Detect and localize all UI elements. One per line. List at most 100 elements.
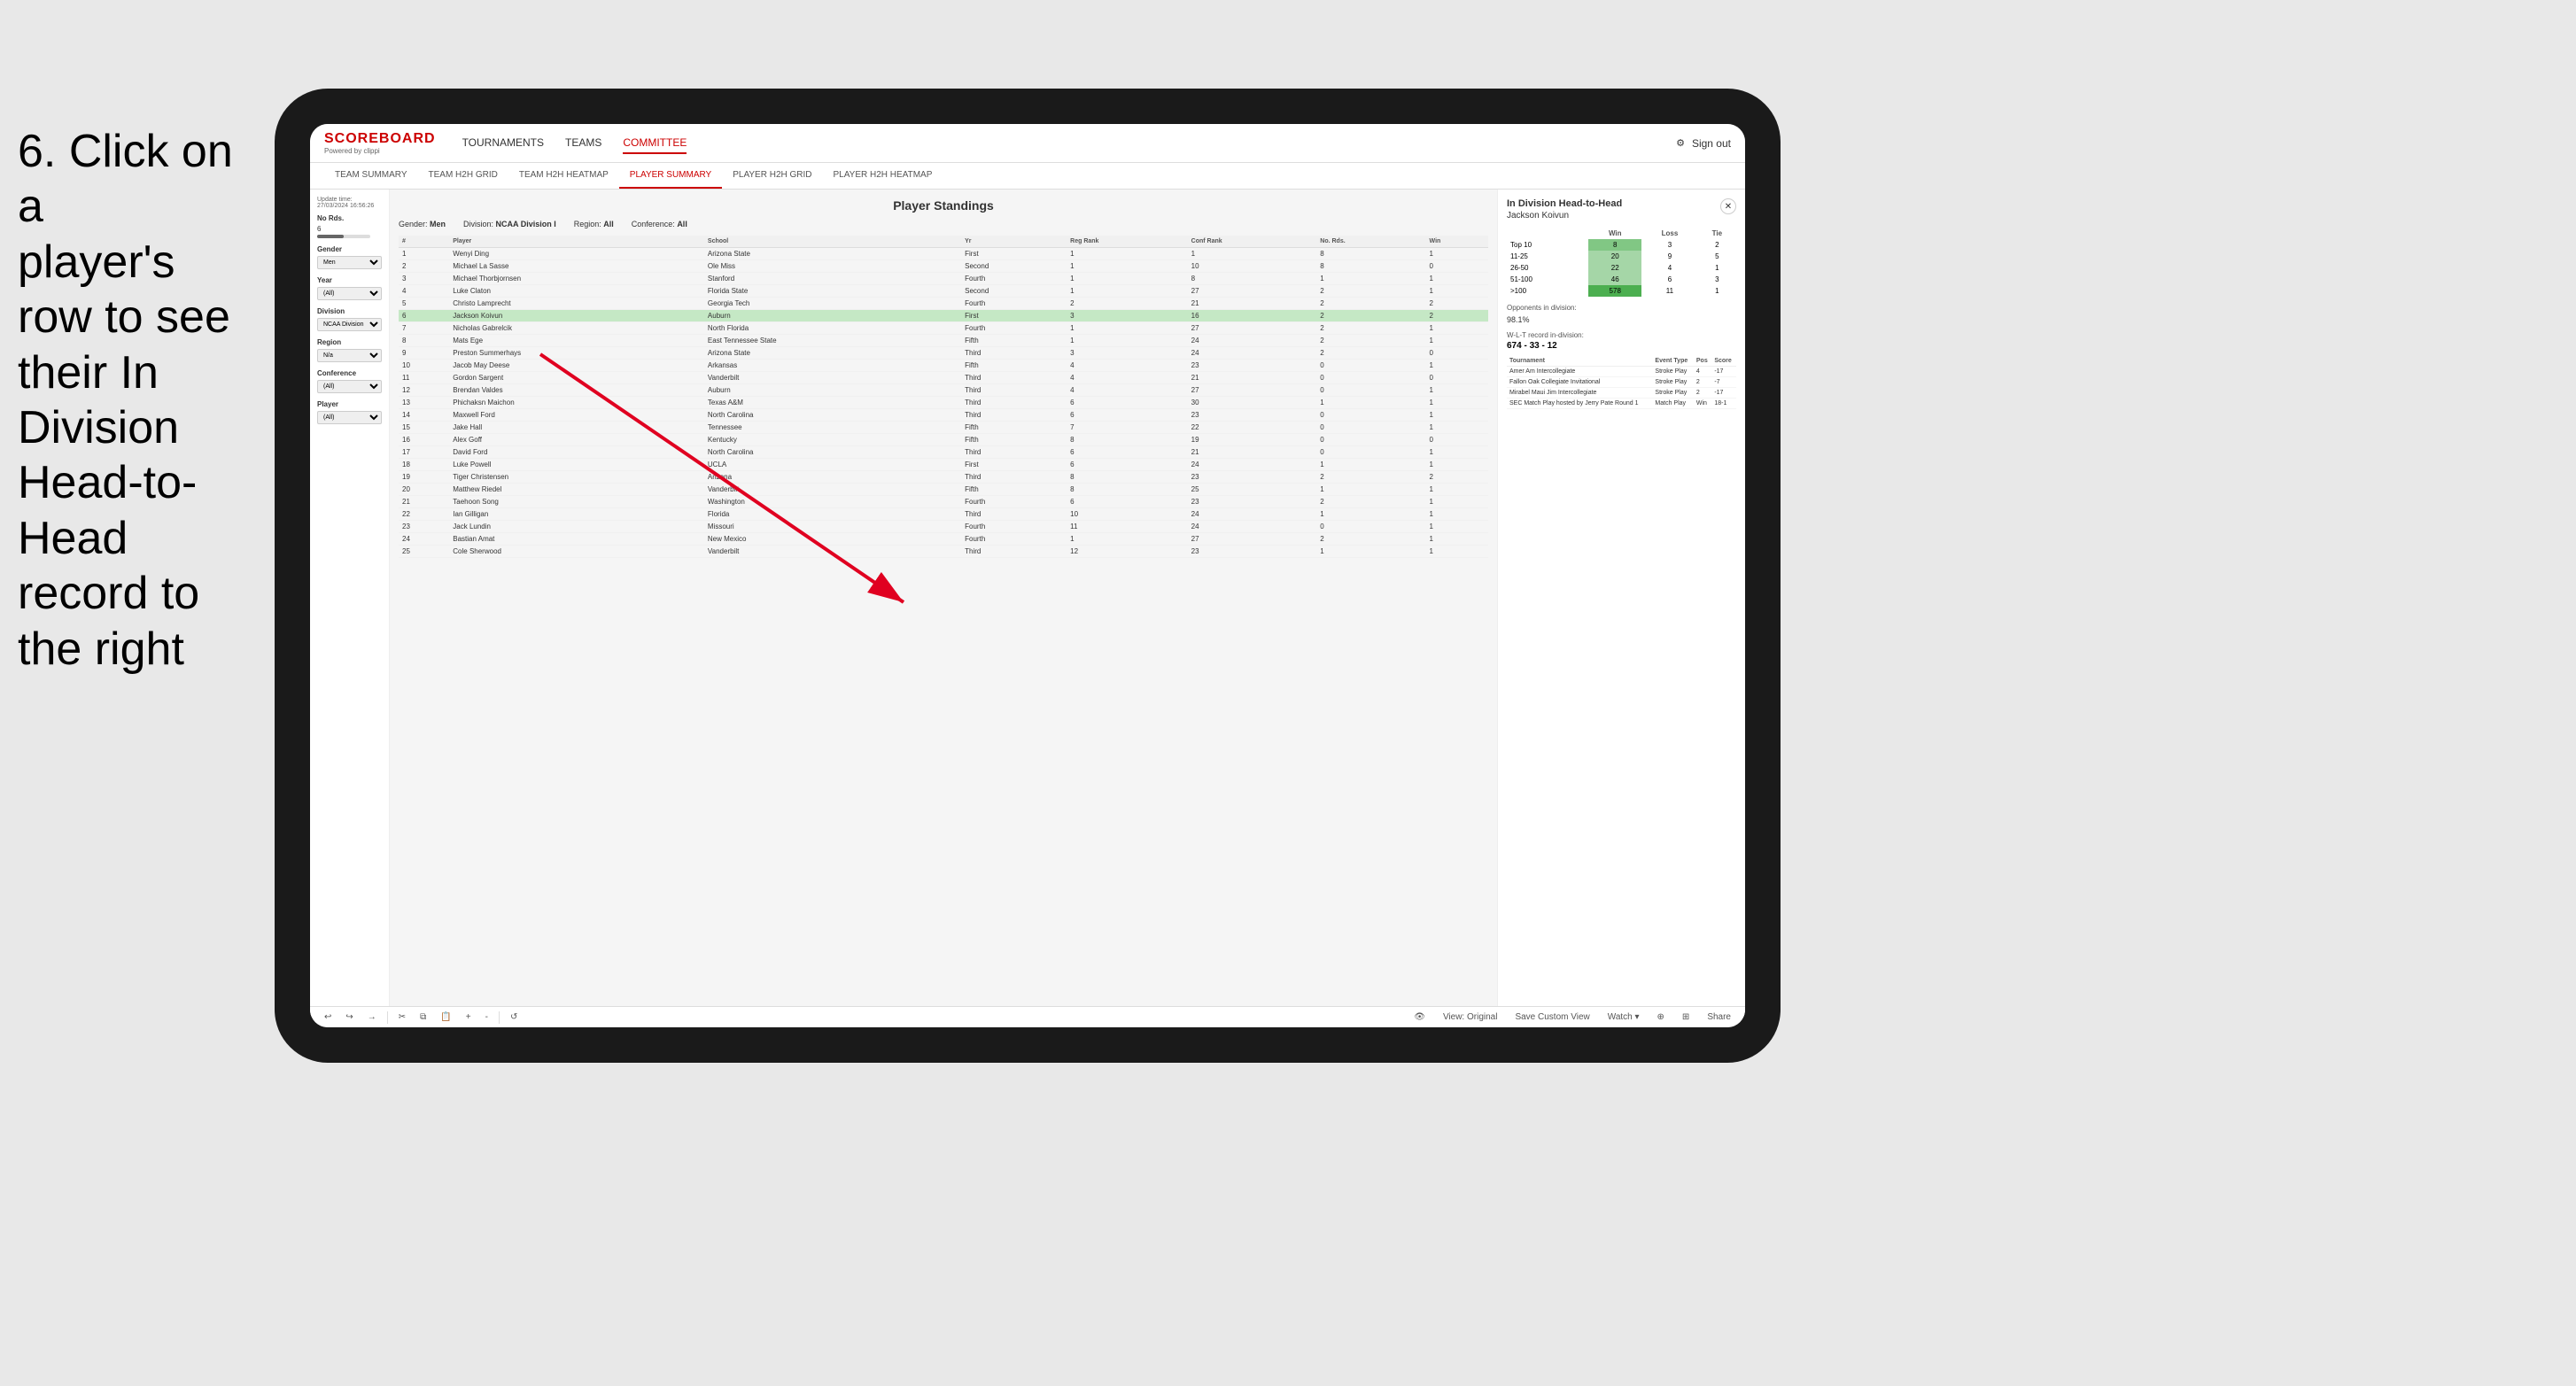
cell-school: Vanderbilt [704, 546, 961, 558]
table-row[interactable]: 1 Wenyi Ding Arizona State First 1 1 8 1 [399, 248, 1488, 260]
copy-button[interactable]: ⧉ [416, 1010, 430, 1024]
nav-tournaments[interactable]: TOURNAMENTS [462, 133, 544, 154]
col-no-rds: No. Rds. [1316, 236, 1425, 248]
undo-button[interactable]: ↩ [321, 1010, 335, 1024]
cell-reg: 8 [1067, 471, 1187, 484]
year-label: Year [317, 276, 382, 284]
cell-win: 1 [1426, 397, 1488, 409]
save-custom-button[interactable]: Save Custom View [1511, 1010, 1593, 1024]
update-time-label: Update time: 27/03/2024 16:56:26 [317, 197, 382, 209]
cell-player: Jake Hall [449, 422, 704, 434]
tour-name: SEC Match Play hosted by Jerry Pate Roun… [1507, 399, 1652, 409]
nav-teams[interactable]: TEAMS [565, 133, 601, 154]
cell-win: 2 [1426, 310, 1488, 322]
cell-win: 1 [1426, 496, 1488, 508]
table-row[interactable]: 4 Luke Claton Florida State Second 1 27 … [399, 285, 1488, 298]
table-row[interactable]: 11 Gordon Sargent Vanderbilt Third 4 21 … [399, 372, 1488, 384]
conference-select[interactable]: (All) [317, 380, 382, 393]
cell-school: Arizona State [704, 347, 961, 360]
main-content: Update time: 27/03/2024 16:56:26 No Rds.… [310, 190, 1745, 1006]
cell-player: Preston Summerhays [449, 347, 704, 360]
paste-button[interactable]: 📋 [437, 1010, 454, 1024]
tour-col-pos: Pos [1694, 356, 1711, 367]
table-row[interactable]: 10 Jacob May Deese Arkansas Fifth 4 23 0… [399, 360, 1488, 372]
cell-rds: 0 [1316, 384, 1425, 397]
sub-nav-player-summary[interactable]: PLAYER SUMMARY [619, 163, 722, 189]
h2h-tie: 1 [1698, 285, 1736, 297]
scissors-button[interactable]: ✂ [395, 1010, 409, 1024]
share-button[interactable]: Share [1703, 1010, 1734, 1024]
player-select[interactable]: (All) [317, 411, 382, 424]
table-row[interactable]: 18 Luke Powell UCLA First 6 24 1 1 [399, 459, 1488, 471]
cell-rds: 0 [1316, 521, 1425, 533]
h2h-pct: 98.1% [1507, 315, 1736, 324]
redo-button[interactable]: ↪ [342, 1010, 356, 1024]
cell-school: Arkansas [704, 360, 961, 372]
sub-nav-player-h2h-heatmap[interactable]: PLAYER H2H HEATMAP [823, 163, 943, 189]
cell-yr: Fourth [961, 533, 1067, 546]
cell-yr: Fifth [961, 360, 1067, 372]
cell-win: 0 [1426, 372, 1488, 384]
cell-win: 1 [1426, 285, 1488, 298]
sub-nav-team-h2h-heatmap[interactable]: TEAM H2H HEATMAP [508, 163, 619, 189]
minus-button[interactable]: - [482, 1010, 492, 1024]
table-row[interactable]: 17 David Ford North Carolina Third 6 21 … [399, 446, 1488, 459]
nav-committee[interactable]: COMMITTEE [623, 133, 687, 154]
table-row[interactable]: 2 Michael La Sasse Ole Miss Second 1 10 … [399, 260, 1488, 273]
forward-button[interactable]: → [364, 1010, 380, 1024]
division-select[interactable]: NCAA Division I [317, 318, 382, 331]
cell-rds: 0 [1316, 434, 1425, 446]
cell-conf: 27 [1188, 533, 1317, 546]
table-row[interactable]: 21 Taehoon Song Washington Fourth 6 23 2… [399, 496, 1488, 508]
table-row[interactable]: 24 Bastian Amat New Mexico Fourth 1 27 2… [399, 533, 1488, 546]
cell-rank: 1 [399, 248, 449, 260]
table-row[interactable]: 13 Phichaksn Maichon Texas A&M Third 6 3… [399, 397, 1488, 409]
cell-rds: 0 [1316, 372, 1425, 384]
table-row[interactable]: 14 Maxwell Ford North Carolina Third 6 2… [399, 409, 1488, 422]
cell-reg: 6 [1067, 397, 1187, 409]
tour-pos: 2 [1694, 377, 1711, 388]
h2h-close-button[interactable]: ✕ [1720, 198, 1736, 214]
sign-out-link[interactable]: Sign out [1692, 134, 1731, 153]
table-row[interactable]: 22 Ian Gilligan Florida Third 10 24 1 1 [399, 508, 1488, 521]
cell-rds: 2 [1316, 322, 1425, 335]
table-row[interactable]: 15 Jake Hall Tennessee Fifth 7 22 0 1 [399, 422, 1488, 434]
refresh-button[interactable]: ↺ [507, 1010, 521, 1024]
table-row[interactable]: 19 Tiger Christensen Arizona Third 8 23 … [399, 471, 1488, 484]
table-row[interactable]: 25 Cole Sherwood Vanderbilt Third 12 23 … [399, 546, 1488, 558]
cell-school: Georgia Tech [704, 298, 961, 310]
year-select[interactable]: (All) [317, 287, 382, 300]
table-row[interactable]: 7 Nicholas Gabrelcik North Florida Fourt… [399, 322, 1488, 335]
table-row[interactable]: 23 Jack Lundin Missouri Fourth 11 24 0 1 [399, 521, 1488, 533]
table-row[interactable]: 9 Preston Summerhays Arizona State Third… [399, 347, 1488, 360]
sub-nav-team-summary[interactable]: TEAM SUMMARY [324, 163, 418, 189]
view-original-button[interactable]: View: Original [1439, 1010, 1501, 1024]
year-section: Year (All) [317, 276, 382, 300]
cell-rds: 2 [1316, 347, 1425, 360]
instruction-line5: record to the right [18, 568, 199, 674]
table-row[interactable]: 8 Mats Ege East Tennessee State Fifth 1 … [399, 335, 1488, 347]
table-row[interactable]: 6 Jackson Koivun Auburn First 3 16 2 2 [399, 310, 1488, 322]
tour-col-name: Tournament [1507, 356, 1652, 367]
cell-conf: 24 [1188, 459, 1317, 471]
table-row[interactable]: 20 Matthew Riedel Vanderbilt Fifth 8 25 … [399, 484, 1488, 496]
cell-school: Stanford [704, 273, 961, 285]
cell-rds: 2 [1316, 533, 1425, 546]
region-select[interactable]: N/a [317, 349, 382, 362]
add-button[interactable]: + [462, 1010, 475, 1024]
gender-select[interactable]: Men [317, 256, 382, 269]
table-row[interactable]: 16 Alex Goff Kentucky Fifth 8 19 0 0 [399, 434, 1488, 446]
cell-reg: 6 [1067, 409, 1187, 422]
table-row[interactable]: 3 Michael Thorbjornsen Stanford Fourth 1… [399, 273, 1488, 285]
cell-rank: 17 [399, 446, 449, 459]
cell-yr: Fourth [961, 298, 1067, 310]
cell-reg: 6 [1067, 459, 1187, 471]
tour-name: Mirabel Maui Jim Intercollegiate [1507, 388, 1652, 399]
table-row[interactable]: 12 Brendan Valdes Auburn Third 4 27 0 1 [399, 384, 1488, 397]
region-section: Region N/a [317, 338, 382, 362]
sub-nav-team-h2h-grid[interactable]: TEAM H2H GRID [418, 163, 508, 189]
table-row[interactable]: 5 Christo Lamprecht Georgia Tech Fourth … [399, 298, 1488, 310]
sub-nav-player-h2h-grid[interactable]: PLAYER H2H GRID [722, 163, 822, 189]
watch-button[interactable]: Watch ▾ [1604, 1010, 1643, 1024]
cell-conf: 19 [1188, 434, 1317, 446]
